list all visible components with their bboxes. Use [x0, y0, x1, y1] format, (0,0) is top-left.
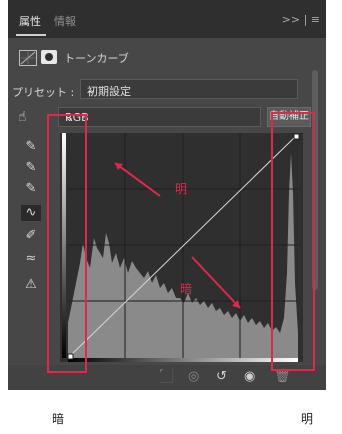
annotation-box-right: [271, 112, 315, 371]
annotation-arrow-bright: [114, 162, 161, 197]
annotation-overlay: 明 暗: [47, 112, 315, 373]
annotation-bright-label: 明: [175, 182, 187, 196]
annotation-arrow-dark: [191, 256, 241, 309]
caption-bright: 明: [301, 412, 314, 426]
annotation-dark-label: 暗: [180, 281, 192, 296]
annotation-box-left: [47, 114, 87, 373]
caption-dark: 暗: [52, 412, 65, 426]
